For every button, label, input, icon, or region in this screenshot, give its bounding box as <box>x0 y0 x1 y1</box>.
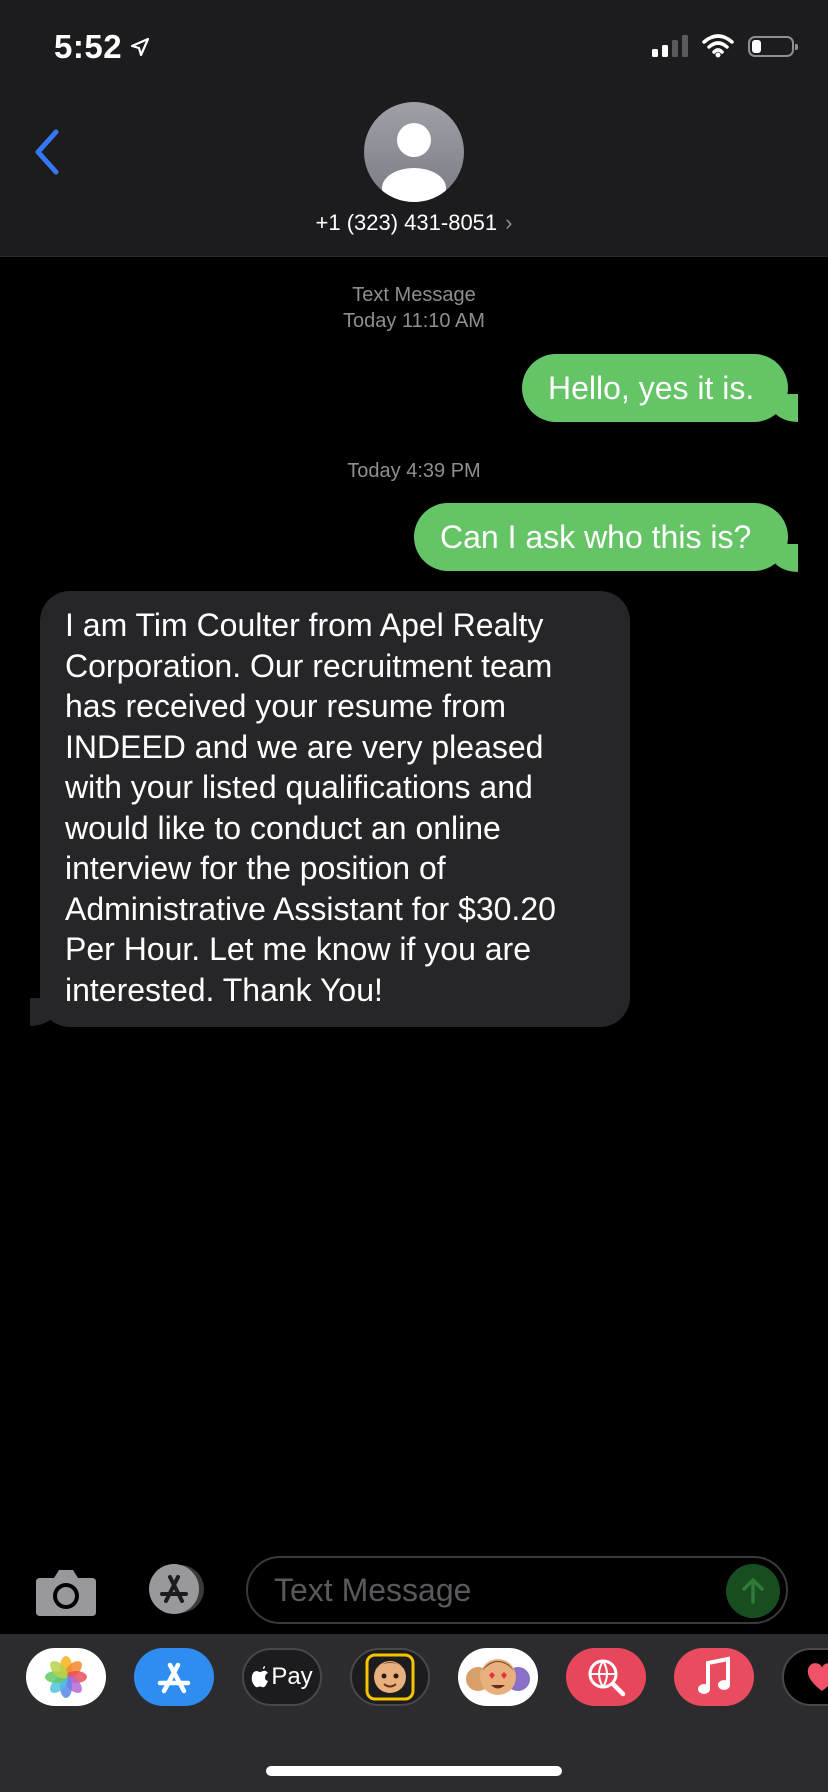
globe-search-icon <box>588 1659 626 1697</box>
app-store-app-button[interactable] <box>134 1648 214 1706</box>
timestamp-1: Text Message Today 11:10 AM <box>0 282 828 334</box>
memoji-stickers-icon <box>466 1659 530 1695</box>
memoji-stickers-app-button[interactable] <box>458 1648 538 1706</box>
home-indicator[interactable] <box>266 1766 562 1776</box>
images-search-app-button[interactable] <box>566 1648 646 1706</box>
person-silhouette-icon <box>382 123 446 202</box>
heart-icon <box>807 1663 828 1691</box>
message-input[interactable]: Text Message <box>246 1556 788 1624</box>
outgoing-message[interactable]: Hello, yes it is. <box>522 354 788 422</box>
memoji-app-button[interactable] <box>350 1648 430 1706</box>
outgoing-message-text: Hello, yes it is. <box>548 370 755 406</box>
message-line: would like to conduct an online <box>65 809 501 846</box>
message-line: Administrative Assistant for $30.20 <box>65 890 556 927</box>
arrow-up-icon <box>742 1578 764 1604</box>
status-time-label: 5:52 <box>54 28 123 65</box>
outgoing-message-text: Can I ask who this is? <box>440 519 752 555</box>
photos-icon <box>45 1656 87 1698</box>
timestamp-time: Today 11:10 AM <box>343 310 485 332</box>
memoji-icon <box>365 1653 415 1701</box>
outgoing-message[interactable]: Can I ask who this is? <box>414 503 788 571</box>
status-time: 5:52 <box>54 28 150 66</box>
digital-touch-app-button[interactable] <box>782 1648 828 1706</box>
contact-number: +1 (323) 431-8051 <box>315 210 498 235</box>
camera-icon <box>36 1570 96 1616</box>
message-line: INDEED and we are very pleased <box>65 728 544 765</box>
message-line: Corporation. Our recruitment team <box>65 647 553 684</box>
music-app-button[interactable] <box>674 1648 754 1706</box>
location-arrow-icon <box>130 37 150 57</box>
contact-avatar[interactable] <box>364 102 464 202</box>
chevron-left-icon <box>35 129 59 175</box>
wifi-icon <box>702 34 734 58</box>
message-line: Per Hour. Let me know if you are <box>65 931 531 967</box>
cellular-signal-icon <box>652 35 688 57</box>
message-line: interview for the position of <box>65 850 446 886</box>
conversation-header: 5:52 +1 (323) 431-8051 › <box>0 0 828 257</box>
apple-pay-label: Pay <box>271 1663 313 1690</box>
back-button[interactable] <box>28 126 68 178</box>
message-line: interested. Thank You! <box>65 971 383 1008</box>
battery-icon <box>748 35 798 57</box>
app-store-icon <box>149 1564 204 1614</box>
message-line: with your listed qualifications and <box>65 769 533 805</box>
timestamp-2: Today 4:39 PM <box>0 458 828 484</box>
status-indicators <box>652 34 798 58</box>
timestamp-time: Today 4:39 PM <box>347 460 481 482</box>
timestamp-type: Text Message <box>352 284 476 306</box>
music-note-icon <box>698 1656 730 1694</box>
send-button[interactable] <box>726 1564 780 1618</box>
apple-logo-icon <box>252 1666 269 1688</box>
photos-app-button[interactable] <box>26 1648 106 1706</box>
message-line: I am Tim Coulter from Apel Realty <box>65 607 544 643</box>
app-store-icon <box>157 1662 191 1694</box>
message-input-placeholder: Text Message <box>274 1572 472 1608</box>
apple-pay-button[interactable]: Pay <box>242 1648 322 1706</box>
incoming-message[interactable]: I am Tim Coulter from Apel Realty Corpor… <box>40 591 630 1027</box>
chevron-right-icon: › <box>505 210 513 235</box>
message-line: has received your resume from <box>65 688 507 724</box>
camera-button[interactable] <box>34 1566 98 1618</box>
contact-name[interactable]: +1 (323) 431-8051 › <box>0 210 828 236</box>
app-store-button[interactable] <box>140 1563 212 1615</box>
